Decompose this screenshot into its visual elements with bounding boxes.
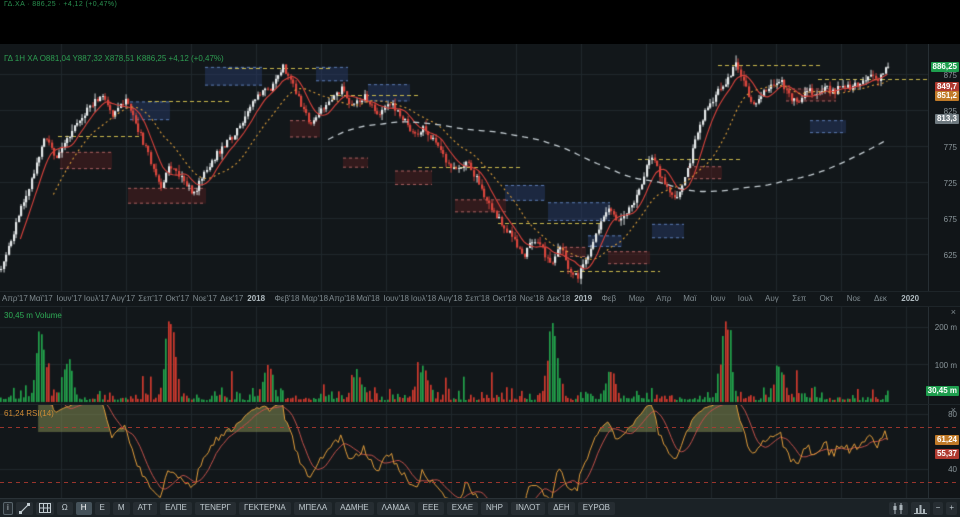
time-axis-label: 2019 [574,294,593,303]
price-chart-canvas[interactable] [0,44,928,291]
zoom-in-button[interactable]: + [946,501,957,515]
ticker-button-ΑΔΜΗΕ[interactable]: ΑΔΜΗΕ [335,501,374,515]
time-axis-label: Δεκ'18 [547,294,571,303]
time-axis-label: Ιουν'18 [383,294,409,303]
bottom-toolbar: i Ω Η Ε Μ ΑΤΤ ΕΛΠΕ ΤΕΝΕΡΓ ΓΕΚΤΕΡΝΑ ΜΠΕΛΑ ΑΔΜΗΕ ΛΑΜΔ… [0,498,960,517]
zoom-out-button[interactable]: − [932,501,944,515]
time-axis-label: Αυγ [765,294,779,303]
time-axis-label: Νοε'17 [192,294,217,303]
trading-app-window: ΓΔ.ΧΑ · 886,25 · +4,12 (+0,47%) ΓΔ 1Η ΧΑ… [0,0,960,517]
timeframe-button-Ω[interactable]: Ω [56,501,73,515]
ticker-button-ΤΕΝΕΡΓ[interactable]: ΤΕΝΕΡΓ [194,501,236,515]
rsi-legend: 61,24 RSI(14) [4,409,54,418]
time-axis-label: Νοε'18 [519,294,544,303]
time-axis-label: Σεπ'18 [465,294,490,303]
volume-tick: 200 m [934,323,957,332]
timeframe-button-Ε[interactable]: Ε [94,501,110,515]
time-axis-label: Μαϊ [683,294,697,303]
price-badge: 851,2 [934,90,959,101]
price-tick: 775 [943,142,957,152]
volume-chart-canvas[interactable] [0,307,928,404]
time-axis-label: Ιουν'17 [56,294,82,303]
time-axis-label: Δεκ [874,294,887,303]
price-tick: 875 [943,70,957,80]
price-badge: 813,3 [934,114,959,125]
time-axis-label: Μαϊ'17 [29,294,53,303]
timeframe-button-Μ[interactable]: Μ [112,501,130,515]
time-axis-label: Μαϊ'18 [356,294,380,303]
ticker-button-ΕΥΡΩΒ[interactable]: ΕΥΡΩΒ [577,501,616,515]
time-axis-label: Ιουν [710,294,726,303]
time-axis-label: Απρ [656,294,672,303]
rsi-pane: 61,24 RSI(14) × 80 40 61,24 55,37 [0,404,960,500]
price-badge: 886,25 [930,61,959,72]
time-axis-label: Αυγ'18 [438,294,463,303]
price-legend: ΓΔ 1Η ΧΑ Ο881,04 Υ887,32 Χ878,51 Κ886,25… [4,54,224,63]
time-axis-label: Ιουλ'17 [83,294,110,303]
histogram-icon[interactable] [910,501,930,515]
time-axis-label: Φεβ'18 [274,294,300,303]
ticker-button-ΜΠΕΛΑ[interactable]: ΜΠΕΛΑ [293,501,333,515]
price-pane: ΓΔ 1Η ΧΑ Ο881,04 Υ887,32 Χ878,51 Κ886,25… [0,44,960,291]
time-axis-label: 2018 [247,294,266,303]
time-axis-label: Σεπ'17 [138,294,163,303]
time-axis-label: Νοε [846,294,861,303]
time-axis-label: Απρ'17 [2,294,28,303]
ticker-button-ΕΛΠΕ[interactable]: ΕΛΠΕ [160,501,192,515]
ticker-button-ΔΕΗ[interactable]: ΔΕΗ [548,501,575,515]
timeframe-button-Η[interactable]: Η [75,501,92,515]
volume-axis[interactable]: × 200 m 100 m 30,45 m [925,307,960,404]
rsi-chart-canvas[interactable] [0,405,928,500]
rsi-tick: 40 [948,465,957,474]
rsi-axis[interactable]: × 80 40 61,24 55,37 [928,405,960,500]
time-axis-label: Ιουλ [737,294,753,303]
rsi-guide-line [0,482,960,483]
time-axis-label: Φεβ [601,294,617,303]
time-axis[interactable]: Απρ'17 Μαϊ'17 Ιουν'17 Ιουλ'17 Αυγ'17 Σεπ'17 Οκ… [0,291,960,306]
ticker-button-ΕΧΑΕ[interactable]: ΕΧΑΕ [446,501,479,515]
time-axis-label: Αυγ'17 [111,294,136,303]
ticker-button-ΛΑΜΔΑ[interactable]: ΛΑΜΔΑ [376,501,415,515]
rsi-guide-line [0,427,960,428]
rsi-badge: 61,24 [934,434,959,445]
time-axis-label: Μαρ [628,294,645,303]
rsi-badge: 55,37 [934,448,959,459]
close-volume-pane-button[interactable]: × [951,307,956,317]
ticker-button-ΙΝΛΟΤ[interactable]: ΙΝΛΟΤ [510,501,546,515]
volume-tick: 100 m [934,360,957,370]
time-axis-label: Οκτ'18 [492,294,517,303]
ticker-button-ΕΕΕ[interactable]: ΕΕΕ [417,501,444,515]
price-tick: 675 [943,214,957,224]
volume-badge: 30,45 m [925,385,959,396]
price-tick: 625 [943,250,957,260]
top-bar: ΓΔ.ΧΑ · 886,25 · +4,12 (+0,47%) [0,0,960,44]
close-rsi-pane-button[interactable]: × [951,405,956,415]
price-axis[interactable]: 875 825 775 725 675 625 886,25 849,7 851,2 813,3 [928,44,960,291]
time-axis-label: Οκτ [819,294,833,303]
time-axis-label: Σεπ [792,294,807,303]
price-tick: 725 [943,178,957,188]
ticker-button-ΑΤΤ[interactable]: ΑΤΤ [132,501,158,515]
time-axis-label: Μαρ'18 [301,294,329,303]
volume-pane: 30,45 m Volume × 200 m 100 m 30,45 m [0,306,960,404]
symbol-status-text: ΓΔ.ΧΑ · 886,25 · +4,12 (+0,47%) [4,1,118,8]
time-axis-label: Δεκ'17 [220,294,244,303]
time-axis-label: Απρ'18 [329,294,355,303]
info-icon[interactable]: i [3,501,13,515]
grid-icon[interactable] [35,501,54,515]
chart-area: ΓΔ 1Η ΧΑ Ο881,04 Υ887,32 Χ878,51 Κ886,25… [0,44,960,500]
time-axis-label: Οκτ'17 [165,294,190,303]
volume-legend: 30,45 m Volume [4,311,62,320]
trendline-icon[interactable] [15,501,33,515]
ticker-button-ΓΕΚΤΕΡΝΑ[interactable]: ΓΕΚΤΕΡΝΑ [238,501,291,515]
time-axis-label: Ιουλ'18 [410,294,437,303]
candlestick-chart-icon[interactable] [888,501,908,515]
time-axis-label: 2020 [901,294,920,303]
ticker-button-ΝΗΡ[interactable]: ΝΗΡ [481,501,508,515]
